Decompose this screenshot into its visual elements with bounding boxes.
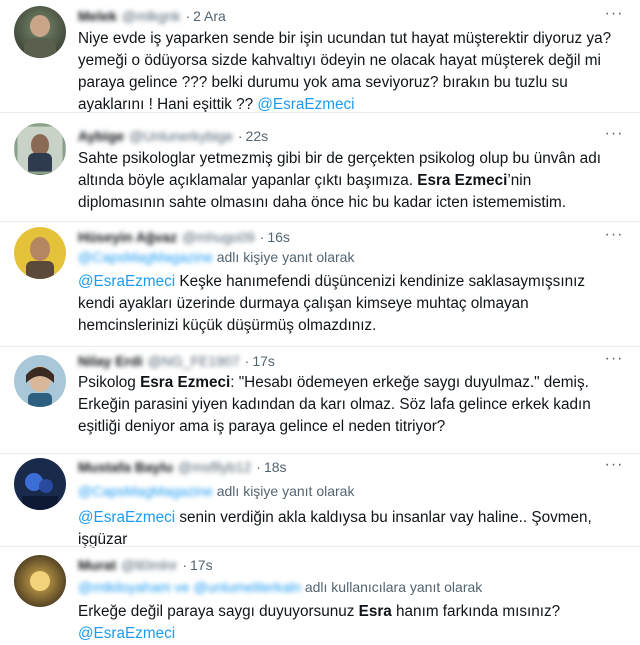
tweet-text: @EsraEzmeci senin verdiğin akla kaldıysa… — [78, 507, 618, 551]
avatar[interactable] — [14, 227, 66, 279]
user-handle[interactable]: @Unlunerkybige — [129, 126, 233, 146]
tweet-text: Sahte psikologlar yetmezmiş gibi bir de … — [78, 148, 618, 214]
tweet[interactable]: Aybige @Unlunerkybige · 22s ··· Sahte psiko… — [0, 113, 640, 221]
display-name[interactable]: Nilay Erdi — [78, 351, 143, 371]
display-name[interactable]: Melek — [78, 6, 117, 26]
reply-context: @mtkiloyaham ve @unlumelilerkaln adlı ku… — [78, 578, 482, 596]
user-handle[interactable]: @msfllyb12 — [178, 457, 251, 477]
reply-to-link[interactable]: @CapsMagMagazine — [78, 248, 213, 266]
more-horizontal-icon[interactable]: ··· — [602, 6, 626, 25]
timestamp[interactable]: 16s — [267, 229, 290, 245]
display-name[interactable]: Hüseyin Ağvaz — [78, 227, 177, 247]
mention-link[interactable]: @EsraEzmeci — [257, 96, 354, 113]
avatar[interactable] — [14, 555, 66, 607]
separator-dot: · — [237, 128, 243, 144]
tweet[interactable]: Murat @lt0mlnr · 17s @mtkiloyaham ve @unlum… — [0, 547, 640, 642]
highlighted-text: Esra — [358, 603, 392, 620]
timestamp[interactable]: 22s — [246, 128, 269, 144]
tweet-text: @EsraEzmeci Keşke hanımefendi düşünceniz… — [78, 271, 618, 337]
user-handle[interactable]: @mhugo09 — [182, 227, 255, 247]
avatar[interactable] — [14, 458, 66, 510]
reply-context: @CapsMagMagazine adlı kişiye yanıt olara… — [78, 248, 354, 266]
mention-link[interactable]: @EsraEzmeci — [78, 273, 175, 290]
tweet[interactable]: Mustafa Baylu @msfllyb12 · 18s ··· @CapsMag… — [0, 454, 640, 548]
highlighted-text: Esra Ezmeci — [140, 374, 231, 391]
more-horizontal-icon[interactable]: ··· — [602, 227, 626, 246]
avatar[interactable] — [14, 6, 66, 58]
display-name[interactable]: Aybige — [78, 126, 124, 146]
reply-context-label: adlı kişiye yanıt olarak — [216, 483, 355, 499]
reply-context-label: adlı kullanıcılara yanıt olarak — [304, 579, 483, 595]
avatar[interactable] — [14, 123, 66, 175]
user-handle[interactable]: @NG_FE1907 — [148, 351, 240, 371]
more-horizontal-icon[interactable]: ··· — [602, 351, 626, 370]
user-handle[interactable]: @lt0mlnr — [121, 555, 177, 575]
mention-link[interactable]: @EsraEzmeci — [78, 625, 175, 642]
tweet-text: Erkeğe değil paraya saygı duyuyorsunuz E… — [78, 601, 618, 645]
user-handle[interactable]: @mlkgnk — [122, 6, 181, 26]
tweet-text: Niye evde iş yaparken sende bir işin ucu… — [78, 28, 618, 116]
separator-dot: · — [185, 8, 191, 24]
text-segment: hanım farkında mısınız? — [391, 603, 561, 620]
timestamp[interactable]: 2 Ara — [193, 8, 226, 24]
timestamp[interactable]: 17s — [252, 353, 275, 369]
separator-dot: · — [256, 459, 261, 475]
tweet[interactable]: Melek @mlkgnk · 2 Ara ··· Niye evde iş yapa… — [0, 0, 640, 113]
separator-dot: · — [244, 353, 250, 369]
more-horizontal-icon[interactable]: ··· — [602, 457, 626, 476]
tweet-text: Psikolog Esra Ezmeci: "Hesabı ödemeyen e… — [78, 372, 618, 438]
timestamp[interactable]: 18s — [264, 459, 287, 475]
more-horizontal-icon[interactable]: ··· — [602, 126, 626, 145]
tweet[interactable]: Hüseyin Ağvaz @mhugo09 · 16s ··· @CapsMagMa… — [0, 222, 640, 346]
separator-dot: · — [259, 229, 265, 245]
mention-link[interactable]: @EsraEzmeci — [78, 509, 175, 526]
avatar[interactable] — [14, 355, 66, 407]
reply-context: @CapsMagMagazine adlı kişiye yanıt olara… — [78, 482, 354, 500]
separator-dot: · — [182, 557, 188, 573]
text-segment: Psikolog — [78, 374, 141, 391]
highlighted-text: Esra Ezmeci — [417, 172, 508, 189]
display-name[interactable]: Mustafa Baylu — [78, 457, 173, 477]
reply-to-link[interactable]: @mtkiloyaham ve @unlumelilerkaln — [78, 578, 301, 596]
timestamp[interactable]: 17s — [190, 557, 213, 573]
text-segment: Erkeğe değil paraya saygı duyuyorsunuz — [78, 603, 359, 620]
reply-to-link[interactable]: @CapsMagMagazine — [78, 482, 213, 500]
reply-context-label: adlı kişiye yanıt olarak — [216, 249, 355, 265]
display-name[interactable]: Murat — [78, 555, 116, 575]
tweet[interactable]: Nilay Erdi @NG_FE1907 · 17s ··· Psikolog Es… — [0, 347, 640, 453]
